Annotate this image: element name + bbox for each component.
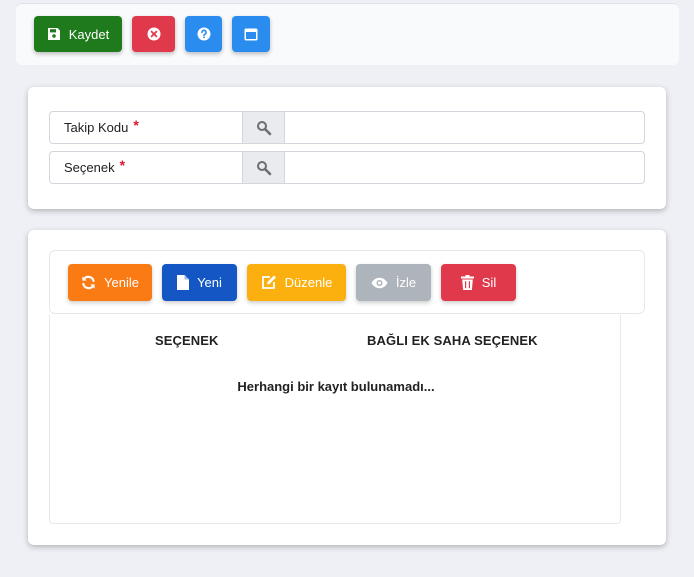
new-button[interactable]: Yeni bbox=[162, 264, 237, 301]
refresh-button-label: Yenile bbox=[104, 275, 139, 290]
column-header-linked-option[interactable]: BAĞLI EK SAHA SEÇENEK bbox=[367, 333, 538, 348]
empty-table-message: Herhangi bir kayıt bulunamadı... bbox=[237, 379, 435, 394]
cancel-button[interactable] bbox=[132, 16, 175, 52]
help-button[interactable] bbox=[185, 16, 222, 52]
option-search-button[interactable] bbox=[243, 152, 285, 183]
grid-panel: Yenile Yeni Düzenle İzle Sil SEÇENEK BAĞ… bbox=[28, 230, 666, 545]
refresh-button[interactable]: Yenile bbox=[68, 264, 152, 301]
data-table: SEÇENEK BAĞLI EK SAHA SEÇENEK Herhangi b… bbox=[49, 315, 621, 524]
file-icon bbox=[177, 275, 190, 290]
search-icon bbox=[256, 160, 272, 176]
refresh-icon bbox=[81, 275, 96, 290]
option-label: Seçenek * bbox=[50, 152, 243, 183]
column-header-option[interactable]: SEÇENEK bbox=[155, 333, 219, 348]
search-icon bbox=[256, 120, 272, 136]
eye-icon bbox=[371, 277, 388, 289]
toolbar: Kaydet bbox=[16, 3, 679, 65]
close-circle-icon bbox=[147, 27, 161, 41]
form-panel: Takip Kodu * Seçenek * bbox=[28, 87, 666, 209]
view-button[interactable]: İzle bbox=[356, 264, 431, 301]
tracking-code-input[interactable] bbox=[285, 112, 644, 143]
page: Kaydet Takip Kodu * Seçenek * Yenile Yen… bbox=[0, 0, 694, 577]
save-button[interactable]: Kaydet bbox=[34, 16, 122, 52]
edit-button[interactable]: Düzenle bbox=[247, 264, 346, 301]
grid-action-bar: Yenile Yeni Düzenle İzle Sil bbox=[49, 250, 645, 314]
option-label-text: Seçenek bbox=[64, 160, 115, 175]
edit-icon bbox=[261, 275, 277, 290]
trash-icon bbox=[460, 275, 474, 290]
required-mark: * bbox=[119, 156, 126, 173]
question-circle-icon bbox=[197, 27, 211, 41]
new-button-label: Yeni bbox=[197, 275, 222, 290]
tracking-code-field: Takip Kodu * bbox=[49, 111, 645, 144]
save-icon bbox=[47, 27, 61, 41]
delete-button-label: Sil bbox=[481, 275, 497, 290]
view-button-label: İzle bbox=[395, 275, 417, 290]
tracking-code-label-text: Takip Kodu bbox=[64, 120, 129, 135]
tracking-code-label: Takip Kodu * bbox=[50, 112, 243, 143]
save-button-label: Kaydet bbox=[68, 26, 110, 42]
option-input[interactable] bbox=[285, 152, 644, 183]
option-field: Seçenek * bbox=[49, 151, 645, 184]
delete-button[interactable]: Sil bbox=[441, 264, 516, 301]
tracking-code-search-button[interactable] bbox=[243, 112, 285, 143]
edit-button-label: Düzenle bbox=[284, 275, 333, 290]
window-icon bbox=[244, 28, 258, 41]
required-mark: * bbox=[133, 116, 139, 133]
window-button[interactable] bbox=[232, 16, 270, 52]
